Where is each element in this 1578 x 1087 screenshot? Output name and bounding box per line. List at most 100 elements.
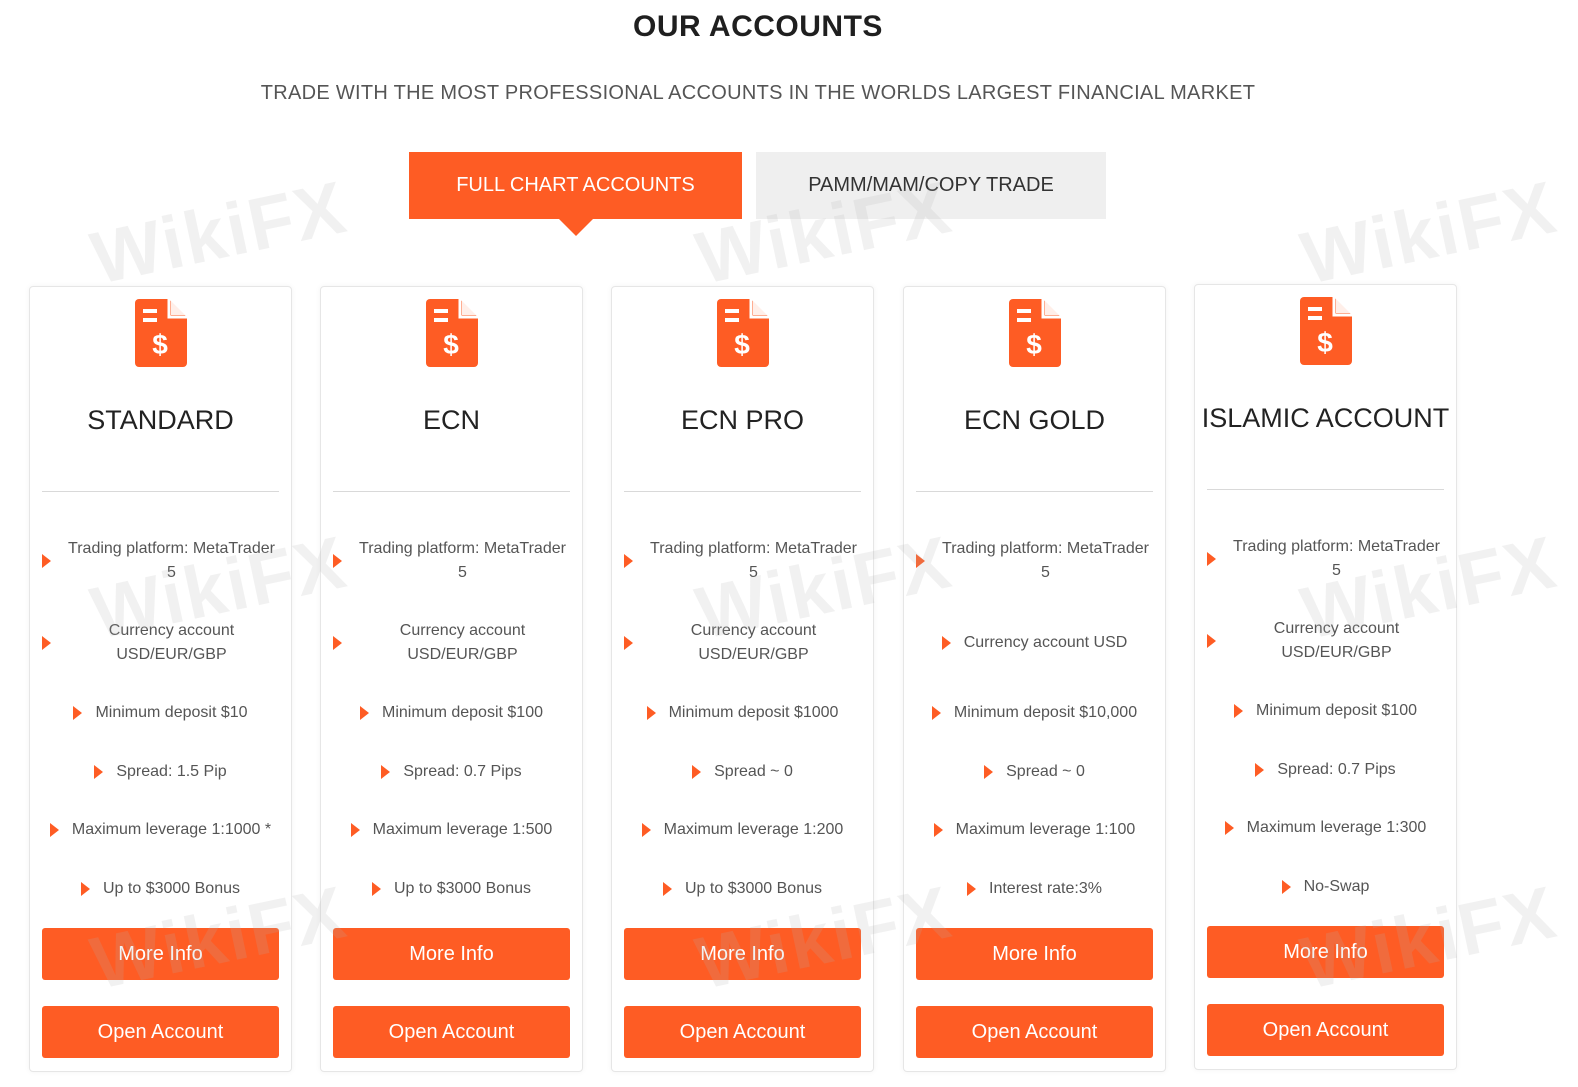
bullet-arrow-icon	[641, 823, 651, 837]
bullet-arrow-icon	[967, 882, 977, 896]
dollar-document-icon: $	[321, 299, 582, 367]
feature-item: Up to $3000 Bonus	[30, 877, 291, 901]
account-card: $ ECN Trading platform: MetaTrader 5 Curren…	[320, 286, 583, 1072]
more-info-button[interactable]: More Info	[916, 928, 1153, 980]
watermark-text: WikiFX	[84, 165, 354, 300]
open-account-button[interactable]: Open Account	[333, 1006, 570, 1058]
feature-text: Maximum leverage 1:200	[663, 821, 844, 838]
more-info-button[interactable]: More Info	[1207, 926, 1444, 978]
feature-item: Interest rate:3%	[904, 877, 1165, 901]
account-card: $ ISLAMIC ACCOUNT Trading platform: MetaTr…	[1194, 284, 1457, 1070]
divider	[1207, 489, 1444, 490]
feature-text: Minimum deposit $1000	[668, 704, 839, 721]
bullet-arrow-icon	[372, 882, 381, 896]
more-info-button[interactable]: More Info	[333, 928, 570, 980]
feature-item: Currency account USD/EUR/GBP	[321, 619, 582, 667]
bullet-arrow-icon	[1255, 763, 1265, 777]
feature-item: Maximum leverage 1:200	[612, 818, 873, 842]
feature-item: Trading platform: MetaTrader 5	[904, 537, 1165, 585]
bullet-arrow-icon	[49, 823, 59, 837]
bullet-arrow-icon	[42, 636, 51, 650]
open-account-button[interactable]: Open Account	[624, 1006, 861, 1058]
feature-text: Minimum deposit $10,000	[953, 704, 1138, 721]
feature-item: Minimum deposit $100	[1195, 699, 1456, 723]
account-name: ISLAMIC ACCOUNT	[1201, 403, 1450, 433]
feature-text: Spread ~ 0	[714, 763, 793, 780]
bullet-arrow-icon	[931, 706, 941, 720]
feature-item: Currency account USD/EUR/GBP	[30, 619, 291, 667]
bullet-arrow-icon	[360, 706, 370, 720]
more-info-button[interactable]: More Info	[42, 928, 279, 980]
bullet-arrow-icon	[94, 765, 104, 779]
feature-item: Spread: 1.5 Pip	[30, 760, 291, 784]
feature-item: Currency account USD	[904, 619, 1165, 667]
feature-text: Trading platform: MetaTrader 5	[1233, 538, 1440, 579]
bullet-arrow-icon	[81, 882, 90, 896]
page-title: OUR ACCOUNTS	[633, 10, 883, 43]
open-account-button[interactable]: Open Account	[1207, 1004, 1444, 1056]
svg-text:$: $	[1317, 327, 1333, 358]
feature-item: Minimum deposit $10,000	[904, 701, 1165, 725]
bullet-arrow-icon	[646, 706, 656, 720]
feature-text: Interest rate:3%	[989, 880, 1102, 897]
bullet-arrow-icon	[333, 636, 342, 650]
open-account-button[interactable]: Open Account	[916, 1006, 1153, 1058]
feature-item: Minimum deposit $1000	[612, 701, 873, 725]
feature-text: Currency account USD/EUR/GBP	[1273, 620, 1400, 661]
feature-item: Trading platform: MetaTrader 5	[30, 537, 291, 585]
bullet-arrow-icon	[941, 636, 951, 650]
account-name: ECN PRO	[680, 405, 805, 435]
svg-text:$: $	[152, 329, 168, 360]
feature-item: Currency account USD/EUR/GBP	[1195, 617, 1456, 665]
feature-text: Currency account USD	[963, 634, 1128, 651]
svg-text:$: $	[443, 329, 459, 360]
bullet-arrow-icon	[73, 706, 83, 720]
feature-item: Spread: 0.7 Pips	[1195, 758, 1456, 782]
feature-text: Up to $3000 Bonus	[394, 880, 531, 897]
feature-text: Trading platform: MetaTrader 5	[359, 540, 566, 581]
bullet-arrow-icon	[42, 554, 51, 568]
bullet-arrow-icon	[663, 882, 672, 896]
feature-text: Maximum leverage 1:500	[372, 821, 553, 838]
tab-full-chart-accounts[interactable]: FULL CHART ACCOUNTS	[409, 152, 742, 219]
feature-text: Maximum leverage 1:100	[955, 821, 1136, 838]
open-account-button[interactable]: Open Account	[42, 1006, 279, 1058]
feature-text: Maximum leverage 1:300	[1246, 819, 1427, 836]
feature-text: Maximum leverage 1:1000 *	[71, 821, 272, 838]
feature-item: No-Swap	[1195, 875, 1456, 899]
account-name: STANDARD	[87, 405, 234, 435]
dollar-document-icon: $	[1195, 297, 1456, 365]
feature-text: Up to $3000 Bonus	[685, 880, 822, 897]
feature-item: Minimum deposit $100	[321, 701, 582, 725]
bullet-arrow-icon	[1224, 821, 1234, 835]
feature-text: Minimum deposit $100	[382, 704, 543, 721]
feature-text: Up to $3000 Bonus	[103, 880, 240, 897]
bullet-arrow-icon	[1281, 880, 1291, 894]
bullet-arrow-icon	[692, 765, 702, 779]
svg-text:$: $	[1026, 329, 1042, 360]
feature-item: Up to $3000 Bonus	[321, 877, 582, 901]
bullet-arrow-icon	[933, 823, 943, 837]
bullet-arrow-icon	[1207, 634, 1216, 648]
feature-item: Trading platform: MetaTrader 5	[612, 537, 873, 585]
account-card: $ ECN GOLD Trading platform: MetaTrader 5 C…	[903, 286, 1166, 1072]
bullet-arrow-icon	[916, 554, 925, 568]
bullet-arrow-icon	[350, 823, 360, 837]
page-subtitle: TRADE WITH THE MOST PROFESSIONAL ACCOUNT…	[260, 82, 1256, 104]
dollar-document-icon: $	[904, 299, 1165, 367]
tab-pamm-mam-copy-trade[interactable]: PAMM/MAM/COPY TRADE	[756, 152, 1106, 219]
bullet-arrow-icon	[624, 554, 633, 568]
divider	[624, 491, 861, 492]
feature-text: Spread ~ 0	[1006, 763, 1085, 780]
account-card: $ STANDARD Trading platform: MetaTrader 5 C…	[29, 286, 292, 1072]
divider	[333, 491, 570, 492]
dollar-document-icon: $	[612, 299, 873, 367]
feature-item: Up to $3000 Bonus	[612, 877, 873, 901]
feature-text: Currency account USD/EUR/GBP	[690, 622, 817, 663]
feature-text: Spread: 1.5 Pip	[116, 763, 227, 780]
divider	[42, 491, 279, 492]
feature-item: Maximum leverage 1:1000 *	[30, 818, 291, 842]
more-info-button[interactable]: More Info	[624, 928, 861, 980]
bullet-arrow-icon	[333, 554, 342, 568]
feature-item: Trading platform: MetaTrader 5	[321, 537, 582, 585]
